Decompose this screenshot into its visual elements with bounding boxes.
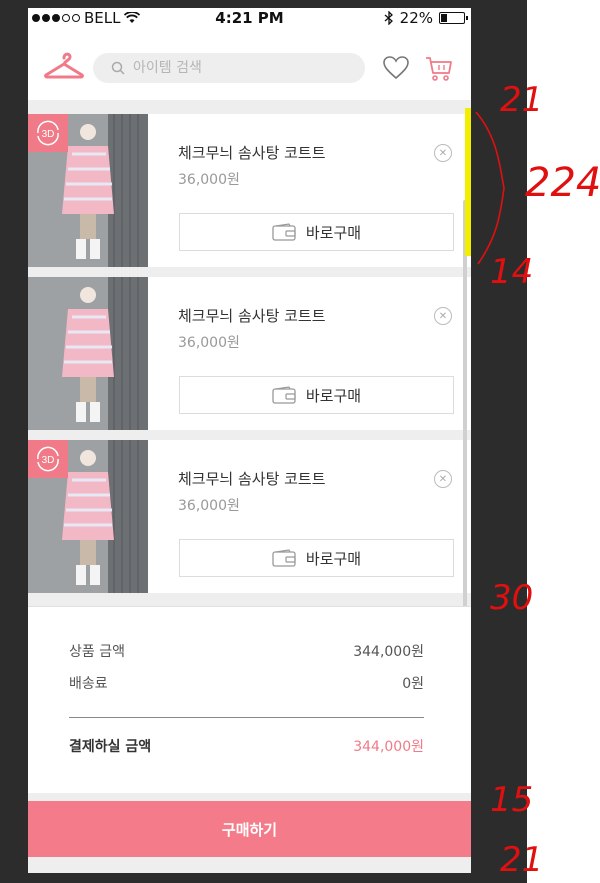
bluetooth-icon (384, 11, 393, 25)
canvas: BELL 4:21 PM 22% 아이템 검색 3D 체크무늬 솜사탕 코트트 … (0, 0, 600, 883)
annotation-text: 30 (490, 578, 534, 618)
phone-screen: BELL 4:21 PM 22% 아이템 검색 3D 체크무늬 솜사탕 코트트 … (28, 8, 471, 873)
order-summary: 상품 금액 344,000원 배송료 0원 결제하실 금액 344,000원 (28, 606, 471, 794)
buy-now-label: 바로구매 (305, 223, 362, 242)
item-price: 36,000원 (178, 172, 240, 188)
close-icon: ✕ (438, 473, 448, 485)
annotation-text: 224 (525, 160, 600, 206)
shipping-row: 배송료 0원 (69, 673, 424, 693)
section-gap (28, 793, 471, 801)
annotation-text: 14 (490, 252, 534, 292)
product-amount-label: 상품 금액 (69, 644, 125, 660)
total-label: 결제하실 금액 (69, 739, 152, 755)
buy-now-button[interactable]: 바로구매 (179, 213, 454, 251)
battery-icon (439, 12, 468, 24)
search-input[interactable] (131, 59, 345, 77)
product-amount-row: 상품 금액 344,000원 (69, 641, 424, 661)
shipping-label: 배송료 (69, 676, 108, 692)
summary-divider (69, 717, 424, 718)
cart-item: 3D 체크무늬 솜사탕 코트트 36,000원 ✕ 바로구매 (28, 440, 471, 593)
scrollbar[interactable] (463, 200, 467, 620)
close-icon: ✕ (438, 147, 448, 159)
item-price: 36,000원 (178, 498, 240, 514)
hanger-icon[interactable] (44, 50, 84, 80)
close-icon: ✕ (438, 310, 448, 322)
purchase-button[interactable]: 구매하기 (28, 801, 471, 857)
product-image[interactable]: 3D (28, 114, 148, 267)
remove-item-button[interactable]: ✕ (434, 470, 452, 488)
cart-item: 체크무늬 솜사탕 코트트 36,000원 ✕ 바로구매 (28, 277, 471, 430)
annotation-bracket (475, 111, 505, 265)
annotation-text: 15 (490, 780, 534, 820)
item-title: 체크무늬 솜사탕 코트트 (178, 144, 326, 162)
search-bar[interactable] (93, 53, 365, 83)
wallet-icon (272, 223, 296, 241)
buy-now-button[interactable]: 바로구매 (179, 376, 454, 414)
item-price: 36,000원 (178, 335, 240, 351)
status-right: 22% (384, 9, 468, 27)
app-header (28, 28, 471, 101)
search-icon (111, 61, 125, 75)
total-value: 344,000원 (353, 739, 424, 755)
cart-item: 3D 체크무늬 솜사탕 코트트 36,000원 ✕ 바로구매 (28, 114, 471, 267)
cart-icon[interactable] (425, 55, 453, 83)
product-image[interactable]: 3D (28, 440, 148, 593)
annotation-text: 21 (500, 840, 544, 880)
3d-badge-icon: 3D (28, 114, 68, 152)
remove-item-button[interactable]: ✕ (434, 307, 452, 325)
item-title: 체크무늬 솜사탕 코트트 (178, 307, 326, 325)
battery-percent: 22% (399, 9, 433, 27)
wallet-icon (272, 386, 296, 404)
buy-now-label: 바로구매 (305, 549, 362, 568)
remove-item-button[interactable]: ✕ (434, 144, 452, 162)
bottom-strip (28, 857, 471, 873)
3d-badge-icon: 3D (28, 440, 68, 478)
shipping-value: 0원 (402, 676, 424, 692)
status-bar: BELL 4:21 PM 22% (28, 8, 471, 28)
annotation-text: 21 (500, 80, 544, 120)
wallet-icon (272, 549, 296, 567)
cart-list[interactable]: 3D 체크무늬 솜사탕 코트트 36,000원 ✕ 바로구매 체크무늬 솜사탕 … (28, 100, 471, 620)
item-title: 체크무늬 솜사탕 코트트 (178, 470, 326, 488)
heart-icon[interactable] (383, 56, 409, 80)
product-image[interactable] (28, 277, 148, 430)
buy-now-button[interactable]: 바로구매 (179, 539, 454, 577)
3d-badge-label: 3D (42, 455, 55, 466)
buy-now-label: 바로구매 (305, 386, 362, 405)
3d-badge-label: 3D (42, 129, 55, 140)
total-row: 결제하실 금액 344,000원 (69, 736, 424, 756)
product-amount-value: 344,000원 (353, 644, 424, 660)
